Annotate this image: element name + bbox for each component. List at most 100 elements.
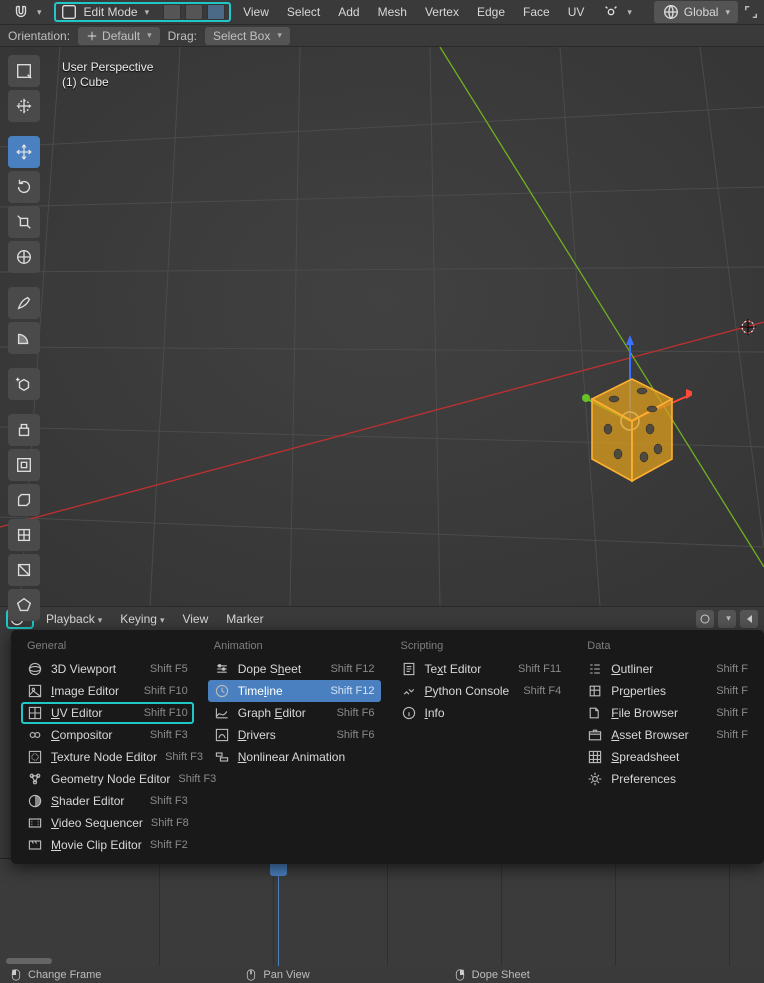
menu-playback[interactable]: Playback xyxy=(40,610,108,628)
editor-option-3d-viewport[interactable]: 3D ViewportShift F5 xyxy=(21,658,194,680)
editor-option-info[interactable]: Info xyxy=(395,702,568,724)
editor-option-uv-editor[interactable]: UV EditorShift F10 xyxy=(21,702,194,724)
editor-option-preferences[interactable]: Preferences xyxy=(581,768,754,790)
option-shortcut: Shift F xyxy=(716,729,748,741)
drag-tool-dropdown[interactable]: Select Box xyxy=(205,27,290,45)
skip-back-icon xyxy=(744,614,754,624)
tool-tweak[interactable] xyxy=(8,55,40,87)
menu-view[interactable]: View xyxy=(237,3,275,21)
option-label: Shader Editor xyxy=(51,794,142,808)
orientation-label: Orientation: xyxy=(8,29,70,43)
jump-start-button[interactable] xyxy=(740,610,758,628)
maximize-icon[interactable] xyxy=(744,5,758,19)
editor-option-asset-browser[interactable]: Asset Browser Shift F xyxy=(581,724,754,746)
picker-heading: Data xyxy=(581,636,754,658)
menu-keying[interactable]: Keying xyxy=(114,610,170,628)
top-header: Edit Mode View Select Add Mesh Vertex Ed… xyxy=(0,0,764,25)
editor-option-compositor[interactable]: CompositorShift F3 xyxy=(21,724,194,746)
editor-option-graph-editor[interactable]: Graph EditorShift F6 xyxy=(208,702,381,724)
picker-heading: Animation xyxy=(208,636,381,658)
editor-option-drivers[interactable]: DriversShift F6 xyxy=(208,724,381,746)
selected-cube[interactable] xyxy=(572,329,692,489)
tool-knife[interactable] xyxy=(8,554,40,586)
editor-option-file-browser[interactable]: File BrowserShift F xyxy=(581,702,754,724)
menu-timeline-view[interactable]: View xyxy=(176,610,214,628)
editor-option-properties[interactable]: Properties Shift F xyxy=(581,680,754,702)
mouse-middle-icon xyxy=(245,969,257,981)
menu-uv[interactable]: UV xyxy=(562,3,591,21)
transform-orientation-dropdown[interactable]: Global xyxy=(654,1,738,23)
timeline-area[interactable] xyxy=(0,858,764,966)
tool-annotate[interactable] xyxy=(8,287,40,319)
mouse-left-icon xyxy=(10,969,22,981)
pivot-dropdown[interactable] xyxy=(596,1,638,23)
keying-set-dropdown[interactable] xyxy=(718,610,736,628)
editor-option-movie-clip-editor[interactable]: Movie Clip EditorShift F2 xyxy=(21,834,194,856)
option-label: Video Sequencer xyxy=(51,816,143,830)
editor-option-geometry-node-editor[interactable]: Geometry Node EditorShift F3 xyxy=(21,768,194,790)
status-bar: Change Frame Pan View Dope Sheet xyxy=(0,966,764,983)
globe-icon xyxy=(662,3,680,21)
option-label: Graph Editor xyxy=(238,706,329,720)
edge-select-toggle[interactable] xyxy=(185,4,203,20)
option-shortcut: Shift F3 xyxy=(150,795,188,807)
tool-scale[interactable] xyxy=(8,206,40,238)
option-shortcut: Shift F3 xyxy=(150,729,188,741)
editor-option-timeline[interactable]: TimelineShift F12 xyxy=(208,680,381,702)
viewport-grid xyxy=(0,47,764,606)
menu-mesh[interactable]: Mesh xyxy=(372,3,413,21)
option-shortcut: Shift F10 xyxy=(144,685,188,697)
editor-option-dope-sheet[interactable]: Dope SheetShift F12 xyxy=(208,658,381,680)
tool-cursor[interactable] xyxy=(8,90,40,122)
menu-add[interactable]: Add xyxy=(332,3,365,21)
menu-edge[interactable]: Edge xyxy=(471,3,511,21)
option-shortcut: Shift F xyxy=(716,685,748,697)
tool-move[interactable] xyxy=(8,136,40,168)
editor-type-menu: General3D ViewportShift F5Image EditorSh… xyxy=(11,630,764,864)
autokey-toggle[interactable] xyxy=(696,610,714,628)
tool-extrude[interactable] xyxy=(8,414,40,446)
editor-option-image-editor[interactable]: Image EditorShift F10 xyxy=(21,680,194,702)
hint-change-frame: Change Frame xyxy=(10,969,101,981)
option-shortcut: Shift F12 xyxy=(330,685,374,697)
tool-bevel[interactable] xyxy=(8,484,40,516)
option-label: Properties xyxy=(611,684,708,698)
option-label: Python Console xyxy=(425,684,516,698)
vertex-select-toggle[interactable] xyxy=(163,4,181,20)
menu-marker[interactable]: Marker xyxy=(220,610,269,628)
editor-option-spreadsheet[interactable]: Spreadsheet xyxy=(581,746,754,768)
viewport-overlay-text: User Perspective (1) Cube xyxy=(62,60,153,90)
menu-face[interactable]: Face xyxy=(517,3,556,21)
option-label: Texture Node Editor xyxy=(51,750,157,764)
tool-add-cube[interactable] xyxy=(8,368,40,400)
mode-dropdown[interactable]: Edit Mode xyxy=(82,5,152,19)
face-select-toggle[interactable] xyxy=(207,4,225,20)
magnet-dropdown[interactable] xyxy=(6,1,48,23)
tool-inset[interactable] xyxy=(8,449,40,481)
editor-option-nonlinear-animation[interactable]: Nonlinear Animation xyxy=(208,746,381,768)
menu-select[interactable]: Select xyxy=(281,3,326,21)
scrollbar-thumb[interactable] xyxy=(6,958,52,964)
editor-option-video-sequencer[interactable]: Video SequencerShift F8 xyxy=(21,812,194,834)
option-shortcut: Shift F5 xyxy=(150,663,188,675)
editor-option-texture-node-editor[interactable]: Texture Node EditorShift F3 xyxy=(21,746,194,768)
orientation-dropdown[interactable]: Default xyxy=(78,27,160,45)
editor-option-text-editor[interactable]: Text EditorShift F11 xyxy=(395,658,568,680)
editor-option-python-console[interactable]: Python ConsoleShift F4 xyxy=(395,680,568,702)
option-shortcut: Shift F xyxy=(716,707,748,719)
editor-option-outliner[interactable]: OutlinerShift F xyxy=(581,658,754,680)
timeline-scrollbar[interactable] xyxy=(6,958,758,964)
option-shortcut: Shift F6 xyxy=(337,729,375,741)
option-label: Nonlinear Animation xyxy=(238,750,367,764)
3d-viewport[interactable]: User Perspective (1) Cube xyxy=(0,47,764,606)
tool-transform[interactable] xyxy=(8,241,40,273)
option-label: Preferences xyxy=(611,772,740,786)
menu-vertex[interactable]: Vertex xyxy=(419,3,465,21)
tool-measure[interactable] xyxy=(8,322,40,354)
record-icon xyxy=(700,614,710,624)
tool-loopcut[interactable] xyxy=(8,519,40,551)
tool-polybuild[interactable] xyxy=(8,589,40,621)
tool-rotate[interactable] xyxy=(8,171,40,203)
editor-option-shader-editor[interactable]: Shader Editor Shift F3 xyxy=(21,790,194,812)
option-label: Asset Browser xyxy=(611,728,708,742)
